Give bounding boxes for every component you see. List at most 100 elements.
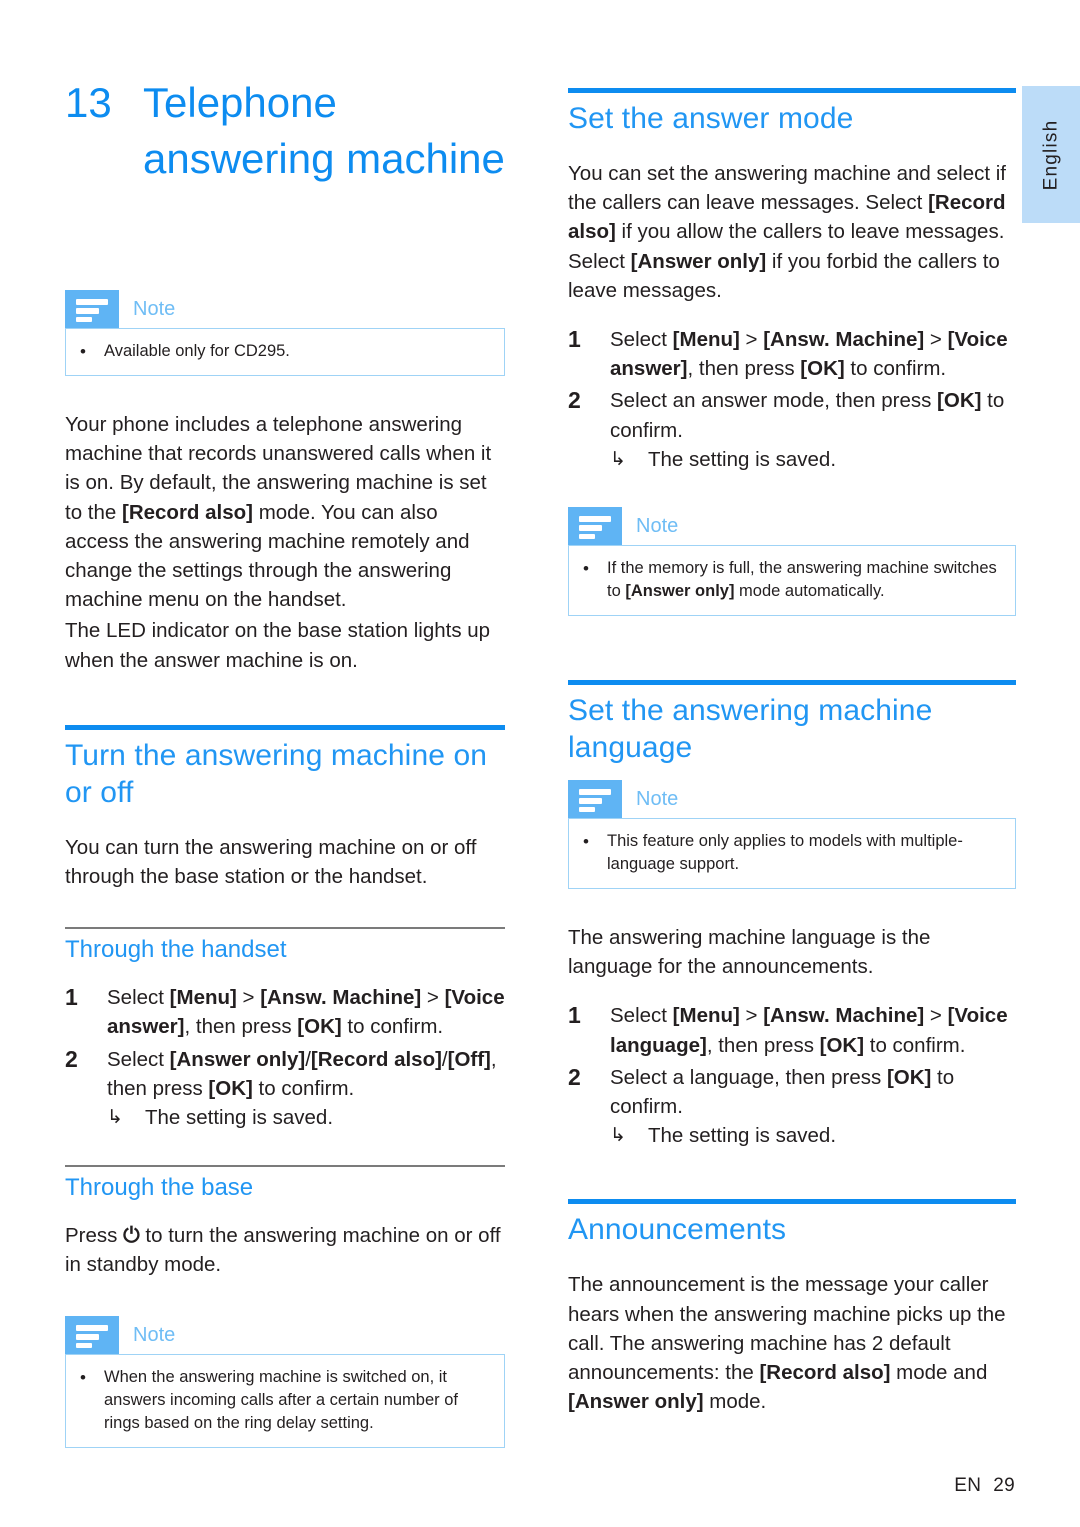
ok-token: [OK]	[297, 1015, 342, 1039]
answer-only-token: [Answer only]	[625, 582, 735, 601]
step-text: Select a language, then press [OK] to co…	[610, 1063, 1016, 1151]
step-result: ↳ The setting is saved.	[107, 1103, 505, 1132]
result-text: The setting is saved.	[648, 447, 837, 471]
subsection-heading: Through the handset	[65, 936, 287, 964]
right-column: Set the answer mode You can set the answ…	[568, 88, 1016, 1418]
section-intro: You can set the answering machine and se…	[568, 162, 1006, 302]
result-text: The setting is saved.	[648, 1124, 837, 1148]
chapter-title-text: Telephone answering machine	[143, 79, 505, 182]
chapter-title: 13 Telephone answering machine	[65, 75, 505, 187]
base-instruction: Press ⏻ to turn the answering machine on…	[65, 1224, 501, 1277]
answer-only-token: [Answer only]	[568, 1390, 704, 1414]
note-content: • If the memory is full, the answering m…	[568, 545, 1016, 617]
menu-token: [Menu]	[672, 1004, 740, 1028]
intro-paragraph-1: Your phone includes a telephone answerin…	[65, 410, 505, 614]
note-item-text: Available only for CD295.	[104, 342, 290, 360]
section-set-answer-mode: Set the answer mode You can set the answ…	[568, 88, 1016, 617]
answer-only-token: [Answer only]	[630, 249, 767, 273]
footer-page-number: 29	[993, 1475, 1015, 1496]
result-arrow-icon: ↳	[107, 1107, 123, 1129]
bullet-icon: •	[583, 832, 589, 852]
ok-token: [OK]	[937, 389, 982, 413]
announcements-paragraph: The announcement is the message your cal…	[568, 1273, 1006, 1414]
note-header: Note	[568, 507, 1016, 546]
steps-list: 1 Select [Menu] > [Answ. Machine] > [Voi…	[568, 1001, 1016, 1150]
ok-token: [OK]	[208, 1076, 253, 1100]
step-number: 2	[568, 387, 581, 414]
step-text: Select an answer mode, then press [OK] t…	[610, 386, 1016, 474]
note-label: Note	[133, 1323, 176, 1346]
section-rule	[568, 1199, 1016, 1205]
note-label: Note	[636, 788, 679, 811]
step-number: 1	[568, 1002, 581, 1029]
step-item: 2 Select [Answer only]/[Record also]/[Of…	[65, 1045, 505, 1133]
ok-token: [OK]	[800, 357, 845, 381]
subsection-rule	[65, 1165, 505, 1168]
note-label: Note	[133, 298, 176, 320]
step-text: Select [Menu] > [Answ. Machine] > [Voice…	[610, 1004, 1008, 1057]
section-heading: Announcements	[568, 1213, 787, 1247]
note-list-item: • When the answering machine is switched…	[80, 1366, 490, 1435]
note-header: Note	[568, 780, 1016, 819]
step-result: ↳ The setting is saved.	[610, 1121, 1016, 1150]
language-intro: The answering machine language is the la…	[568, 926, 931, 979]
section-heading: Set the answering machine language	[568, 694, 933, 765]
note-icon	[65, 290, 119, 328]
menu-token: [Menu]	[672, 328, 740, 352]
step-text: Select [Menu] > [Answ. Machine] > [Voice…	[610, 328, 1008, 381]
note-box-cd295: Note • Available only for CD295.	[65, 290, 505, 376]
note-box-memory-full: Note • If the memory is full, the answer…	[568, 507, 1016, 617]
note-box-ring-delay: Note • When the answering machine is swi…	[65, 1315, 505, 1448]
result-text: The setting is saved.	[145, 1106, 334, 1130]
section-turn-on-off: Turn the answering machine on or off You…	[65, 724, 505, 1448]
section-rule	[568, 680, 1016, 686]
result-arrow-icon: ↳	[610, 448, 626, 470]
step-result: ↳ The setting is saved.	[610, 445, 1016, 474]
step-number: 1	[568, 326, 581, 353]
note-icon	[65, 1315, 119, 1354]
step-number: 1	[65, 984, 78, 1011]
note-list-item: • If the memory is full, the answering m…	[583, 557, 1001, 603]
answ-machine-token: [Answ. Machine]	[763, 328, 925, 352]
note-content: • When the answering machine is switched…	[65, 1353, 505, 1448]
note-content: • Available only for CD295.	[65, 328, 505, 376]
steps-list: 1 Select [Menu] > [Answ. Machine] > [Voi…	[568, 325, 1016, 474]
note-label: Note	[636, 515, 679, 538]
step-item: 1 Select [Menu] > [Answ. Machine] > [Voi…	[568, 325, 1016, 383]
record-also-token: [Record also]	[759, 1361, 891, 1385]
record-also-token: [Record also]	[310, 1047, 442, 1071]
intro-paragraph-2: The LED indicator on the base station li…	[65, 619, 491, 672]
document-page: English 13 Telephone answering machine N…	[0, 0, 1080, 1527]
section-set-language: Set the answering machine language Note …	[568, 680, 1016, 1150]
chapter-number: 13	[65, 79, 112, 126]
step-item: 2 Select an answer mode, then press [OK]…	[568, 386, 1016, 474]
language-tab: English	[1022, 86, 1080, 223]
answ-machine-token: [Answ. Machine]	[763, 1004, 925, 1028]
footer-language-code: EN	[954, 1475, 982, 1496]
bullet-icon: •	[583, 559, 589, 579]
note-header: Note	[65, 1315, 505, 1354]
off-token: [Off]	[447, 1047, 491, 1071]
result-arrow-icon: ↳	[610, 1125, 626, 1147]
section-heading: Turn the answering machine on or off	[65, 738, 488, 809]
note-content: • This feature only applies to models wi…	[568, 818, 1016, 890]
note-list-item: • This feature only applies to models wi…	[583, 830, 1001, 876]
section-rule	[568, 88, 1016, 93]
ok-token: [OK]	[886, 1065, 932, 1089]
note-box-multi-language: Note • This feature only applies to mode…	[568, 780, 1016, 890]
power-icon: ⏻	[123, 1224, 140, 1248]
note-item-text: If the memory is full, the answering mac…	[607, 559, 997, 601]
bullet-icon: •	[80, 1367, 86, 1387]
language-tab-label: English	[1040, 119, 1061, 190]
page-footer: EN 29	[954, 1475, 1015, 1497]
note-item-text: When the answering machine is switched o…	[104, 1367, 458, 1432]
subsection-through-handset: Through the handset 1 Select [Menu] > [A…	[65, 927, 505, 1132]
section-rule	[65, 724, 505, 730]
section-announcements: Announcements The announcement is the me…	[568, 1199, 1016, 1416]
step-item: 2 Select a language, then press [OK] to …	[568, 1063, 1016, 1151]
step-item: 1 Select [Menu] > [Answ. Machine] > [Voi…	[568, 1001, 1016, 1059]
answer-only-token: [Answer only]	[169, 1047, 306, 1071]
ok-token: [OK]	[819, 1033, 865, 1057]
note-icon	[568, 507, 622, 546]
note-header: Note	[65, 290, 505, 328]
